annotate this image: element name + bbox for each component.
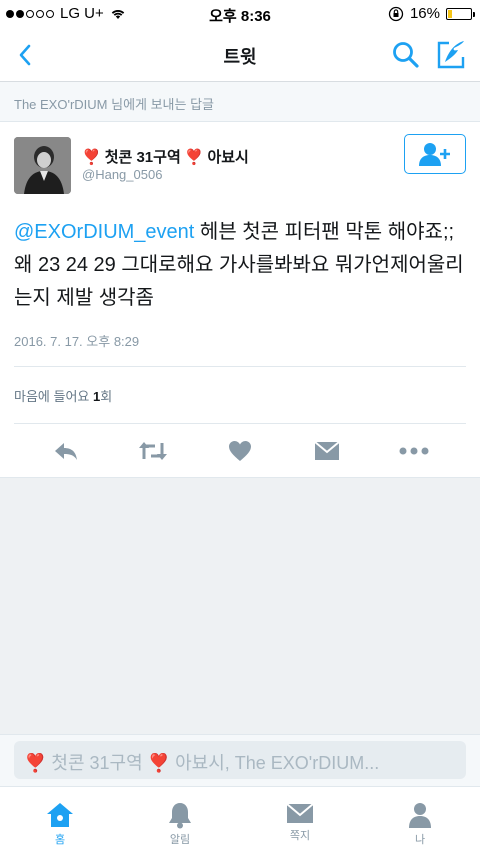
tab-home[interactable]: 홈 [0, 787, 120, 854]
tab-notifications-label: 알림 [169, 834, 191, 846]
heart-exclamation-emoji: ❣️ [82, 148, 101, 166]
empty-feed-area [0, 478, 480, 734]
likes-count-line[interactable]: 마음에 들어요 1회 [14, 386, 112, 405]
battery-percent: 16% [409, 5, 440, 22]
heart-exclamation-emoji: ❣️ [184, 148, 204, 166]
search-button[interactable] [390, 39, 422, 71]
battery-icon [446, 7, 475, 20]
tab-bar: 홈 알림 쪽지 나 [0, 786, 480, 854]
rotation-lock-icon [388, 6, 404, 21]
tab-messages[interactable]: 쪽지 [240, 787, 360, 854]
likes-suffix: 회 [100, 389, 113, 404]
tweet-actions [0, 424, 480, 478]
heart-icon [228, 440, 251, 461]
search-icon [393, 42, 419, 68]
user-handle[interactable]: @Hang_0506 [82, 167, 162, 182]
compose-icon [437, 41, 465, 69]
tab-profile[interactable]: 나 [360, 787, 480, 854]
retweet-icon [138, 441, 167, 460]
more-icon [399, 447, 429, 454]
reply-input[interactable]: ❣️ 첫콘 31구역 ❣️ 아뵤시, The EXO'rDIUM... [14, 741, 466, 779]
user-display-name[interactable]: ❣️ 첫콘 31구역 ❣️ 아뵤시 [82, 146, 249, 167]
likes-label: 마음에 들어요 [14, 389, 90, 404]
person-icon [409, 803, 431, 828]
more-button[interactable] [392, 429, 436, 473]
reply-icon [54, 442, 77, 460]
user-name-suffix: 아뵤시 [207, 149, 249, 166]
envelope-icon [286, 803, 314, 823]
tab-notifications[interactable]: 알림 [120, 787, 240, 854]
reply-button[interactable] [44, 429, 88, 473]
add-user-icon [419, 143, 450, 166]
follow-button[interactable] [404, 134, 466, 174]
compose-button[interactable] [434, 38, 468, 72]
tab-messages-label: 쪽지 [289, 830, 311, 842]
home-icon [47, 803, 73, 827]
tweet-timestamp: 2016. 7. 17. 오후 8:29 [14, 334, 140, 349]
user-name-main: 첫콘 31구역 [104, 149, 181, 166]
reply-bar: ❣️ 첫콘 31구역 ❣️ 아뵤시, The EXO'rDIUM... [0, 734, 480, 786]
like-button[interactable] [218, 429, 262, 473]
direct-message-icon [314, 440, 340, 460]
mention-link[interactable]: @EXOrDIUM_event [14, 221, 194, 243]
tab-profile-label: 나 [414, 834, 426, 846]
avatar[interactable] [14, 137, 71, 194]
status-right: 16% [388, 5, 475, 22]
bell-icon [169, 803, 191, 829]
profile-photo [14, 137, 71, 194]
status-bar: LG U+ 오후 8:36 16% [0, 0, 480, 28]
tweet-text: @EXOrDIUM_event 헤븐 첫콘 피터팬 막톤 해야죠;; 왜 23 … [14, 216, 466, 315]
reply-context[interactable]: The EXO'rDIUM 님에게 보내는 답글 [0, 82, 480, 122]
direct-message-button[interactable] [305, 429, 349, 473]
retweet-button[interactable] [131, 429, 175, 473]
nav-bar: 트윗 [0, 28, 480, 82]
tab-home-label: 홈 [54, 834, 66, 846]
divider [14, 366, 466, 367]
